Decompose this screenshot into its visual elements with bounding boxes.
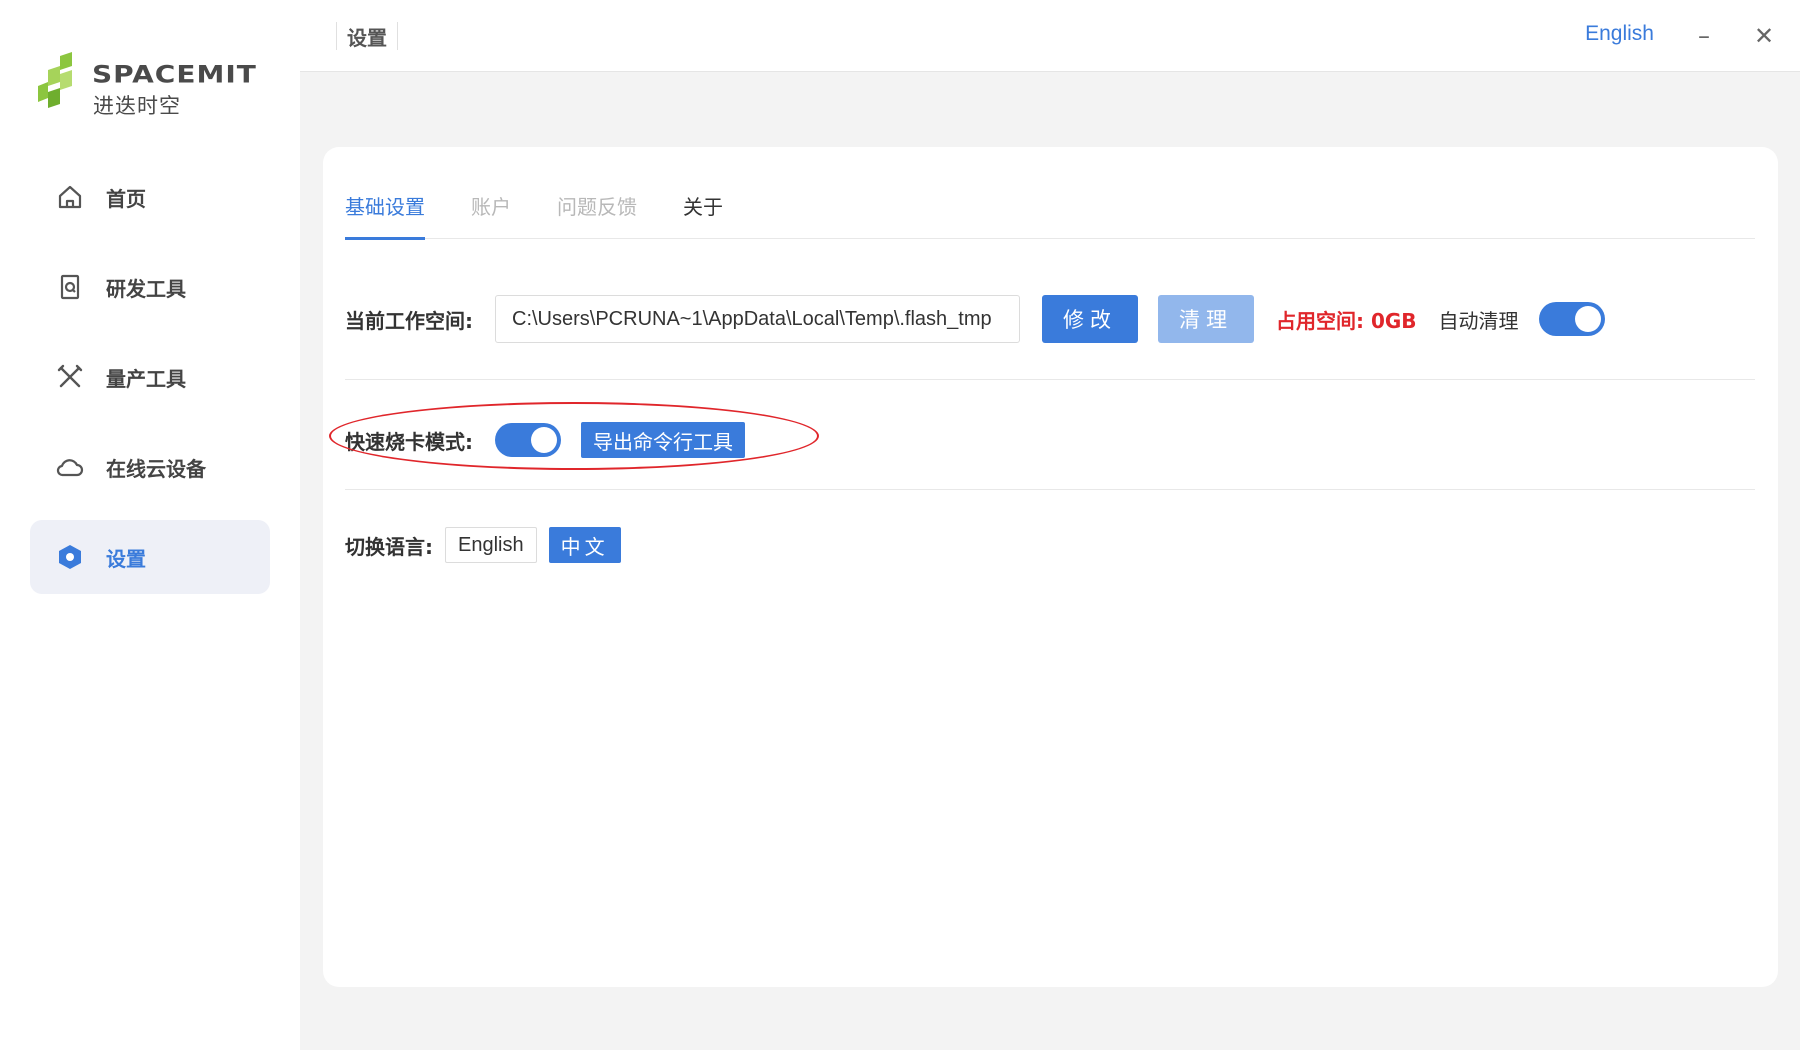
close-icon[interactable]: ✕ — [1746, 18, 1782, 54]
tab-about[interactable]: 关于 — [683, 187, 723, 239]
language-option-chinese[interactable]: 中文 — [548, 527, 621, 563]
sidebar-item-label: 研发工具 — [106, 276, 186, 301]
sidebar-item-label: 量产工具 — [106, 366, 186, 391]
sidebar: SPACEMIT 进迭时空 首页 研发工具 量产工具 在线云设备 设置 — [0, 0, 300, 1050]
sidebar-item-label: 在线云设备 — [106, 456, 206, 481]
divider — [345, 489, 1755, 490]
fast-flash-toggle[interactable] — [495, 423, 561, 457]
minimize-icon[interactable]: – — [1686, 18, 1722, 54]
language-option-english[interactable]: English — [445, 527, 537, 563]
sidebar-item-label: 首页 — [106, 186, 146, 211]
toggle-knob — [531, 427, 557, 453]
fast-flash-row: 快速烧卡模式: 导出命令行工具 — [345, 415, 1755, 465]
home-icon — [54, 181, 86, 213]
settings-card: 基础设置 账户 问题反馈 关于 当前工作空间: 修改 清理 占用空间: 0GB … — [323, 147, 1778, 987]
tab-basic-settings[interactable]: 基础设置 — [345, 187, 425, 240]
dev-tools-icon — [54, 271, 86, 303]
cloud-icon — [54, 451, 86, 483]
sidebar-item-production-tools[interactable]: 量产工具 — [30, 340, 270, 414]
sidebar-item-home[interactable]: 首页 — [30, 160, 270, 234]
title-bar: 设置 English – ✕ — [300, 0, 1800, 72]
logo-text-cn: 进迭时空 — [93, 94, 181, 118]
page-title: 设置 — [347, 25, 387, 50]
modify-button[interactable]: 修改 — [1042, 295, 1138, 343]
sidebar-item-cloud-devices[interactable]: 在线云设备 — [30, 430, 270, 504]
sidebar-nav: 首页 研发工具 量产工具 在线云设备 设置 — [30, 160, 270, 610]
export-cli-tool-button[interactable]: 导出命令行工具 — [581, 422, 745, 458]
language-label: 切换语言: — [345, 534, 433, 559]
divider — [345, 379, 1755, 380]
space-usage-text: 占用空间: 0GB — [1276, 308, 1417, 333]
tab-account[interactable]: 账户 — [471, 187, 511, 239]
tab-feedback[interactable]: 问题反馈 — [557, 187, 637, 239]
logo-mark-icon — [38, 52, 72, 108]
sidebar-item-dev-tools[interactable]: 研发工具 — [30, 250, 270, 324]
production-tools-icon — [54, 361, 86, 393]
fast-flash-label: 快速烧卡模式: — [345, 429, 473, 454]
page-title-wrap: 设置 — [336, 22, 398, 50]
auto-clean-label: 自动清理 — [1438, 308, 1519, 333]
toggle-knob — [1574, 306, 1601, 332]
workspace-label: 当前工作空间: — [345, 308, 473, 333]
language-row: 切换语言: English 中文 — [345, 525, 1755, 565]
sidebar-item-settings[interactable]: 设置 — [30, 520, 270, 594]
settings-tabs: 基础设置 账户 问题反馈 关于 — [345, 187, 1755, 240]
clean-button[interactable]: 清理 — [1158, 295, 1254, 343]
workspace-row: 当前工作空间: 修改 清理 占用空间: 0GB 自动清理 — [345, 294, 1755, 344]
logo-text-en: SPACEMIT — [92, 60, 257, 89]
sidebar-item-label: 设置 — [106, 546, 146, 571]
language-switch-link[interactable]: English — [1585, 22, 1654, 46]
spacemit-logo: SPACEMIT 进迭时空 — [38, 52, 268, 122]
settings-hexagon-icon — [54, 541, 86, 573]
auto-clean-toggle[interactable] — [1538, 302, 1605, 336]
workspace-path-input[interactable] — [495, 295, 1020, 343]
